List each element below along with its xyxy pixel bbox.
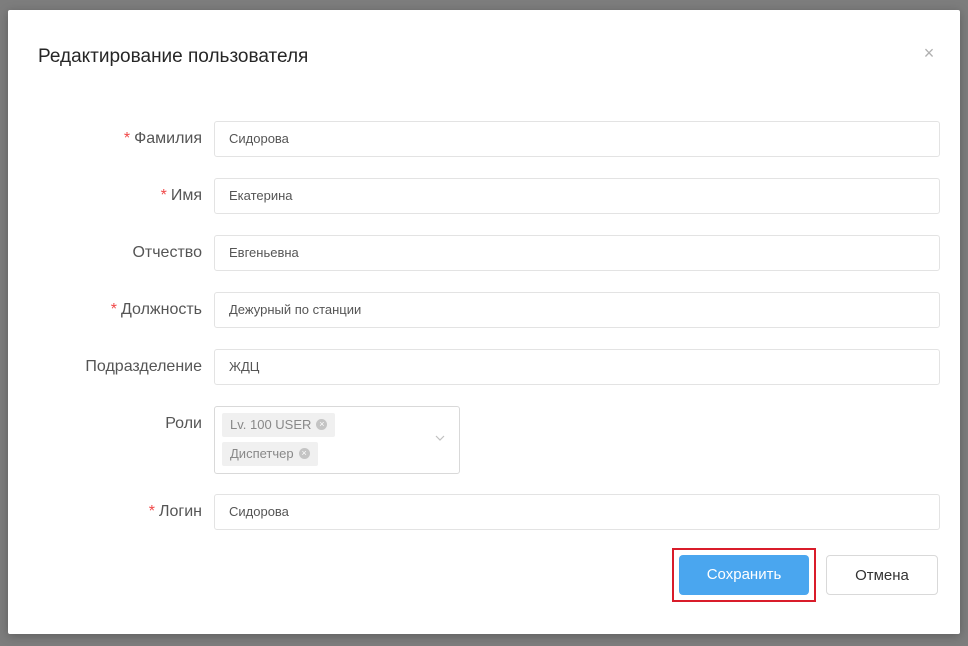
role-tag-label: Lv. 100 USER [230, 417, 312, 432]
dialog-title: Редактирование пользователя [38, 46, 309, 67]
last-name-label: * Фамилия [123, 130, 202, 147]
chevron-down-icon[interactable] [435, 433, 445, 443]
save-button[interactable]: Сохранить [679, 555, 809, 595]
first-name-input[interactable]: Екатерина [214, 178, 940, 214]
first-name-value: Екатерина [229, 188, 293, 203]
patronymic-input[interactable]: Евгеньевна [214, 235, 940, 271]
edit-user-dialog: Редактирование пользователя × * Фамилия С… [8, 10, 960, 634]
required-marker: * [148, 503, 155, 520]
field-row-login: * Логин Сидорова [8, 494, 960, 530]
role-tag-label: Диспетчер [230, 446, 294, 461]
field-row-department: Подразделение ЖДЦ [8, 349, 960, 385]
patronymic-label: Отчество [132, 244, 202, 261]
role-tag: Lv. 100 USER × [222, 413, 336, 437]
position-value: Дежурный по станции [229, 302, 362, 317]
field-row-roles: Роли Lv. 100 USER × Диспетчер × [8, 406, 960, 474]
tag-remove-icon[interactable]: × [298, 448, 310, 460]
last-name-value: Сидорова [229, 131, 289, 146]
field-row-patronymic: Отчество Евгеньевна [8, 235, 960, 271]
position-input[interactable]: Дежурный по станции [214, 292, 940, 328]
field-row-position: * Должность Дежурный по станции [8, 292, 960, 328]
login-value: Сидорова [229, 504, 289, 519]
roles-select[interactable]: Lv. 100 USER × Диспетчер × [214, 406, 460, 474]
roles-label: Роли [165, 415, 202, 432]
tag-remove-icon[interactable]: × [316, 419, 328, 431]
first-name-label: * Имя [160, 187, 202, 204]
department-label: Подразделение [85, 358, 202, 375]
department-input[interactable]: ЖДЦ [214, 349, 940, 385]
last-name-input[interactable]: Сидорова [214, 121, 940, 157]
patronymic-value: Евгеньевна [229, 245, 299, 260]
login-input[interactable]: Сидорова [214, 494, 940, 530]
close-icon[interactable]: × [920, 44, 938, 62]
login-label: * Логин [148, 503, 202, 520]
required-marker: * [160, 187, 167, 204]
position-label: * Должность [110, 301, 202, 318]
field-row-first-name: * Имя Екатерина [8, 178, 960, 214]
role-tag: Диспетчер × [222, 442, 318, 466]
required-marker: * [123, 130, 131, 147]
cancel-button[interactable]: Отмена [826, 555, 938, 595]
field-row-last-name: * Фамилия Сидорова [8, 121, 960, 157]
department-value: ЖДЦ [229, 359, 260, 374]
required-marker: * [110, 301, 117, 318]
